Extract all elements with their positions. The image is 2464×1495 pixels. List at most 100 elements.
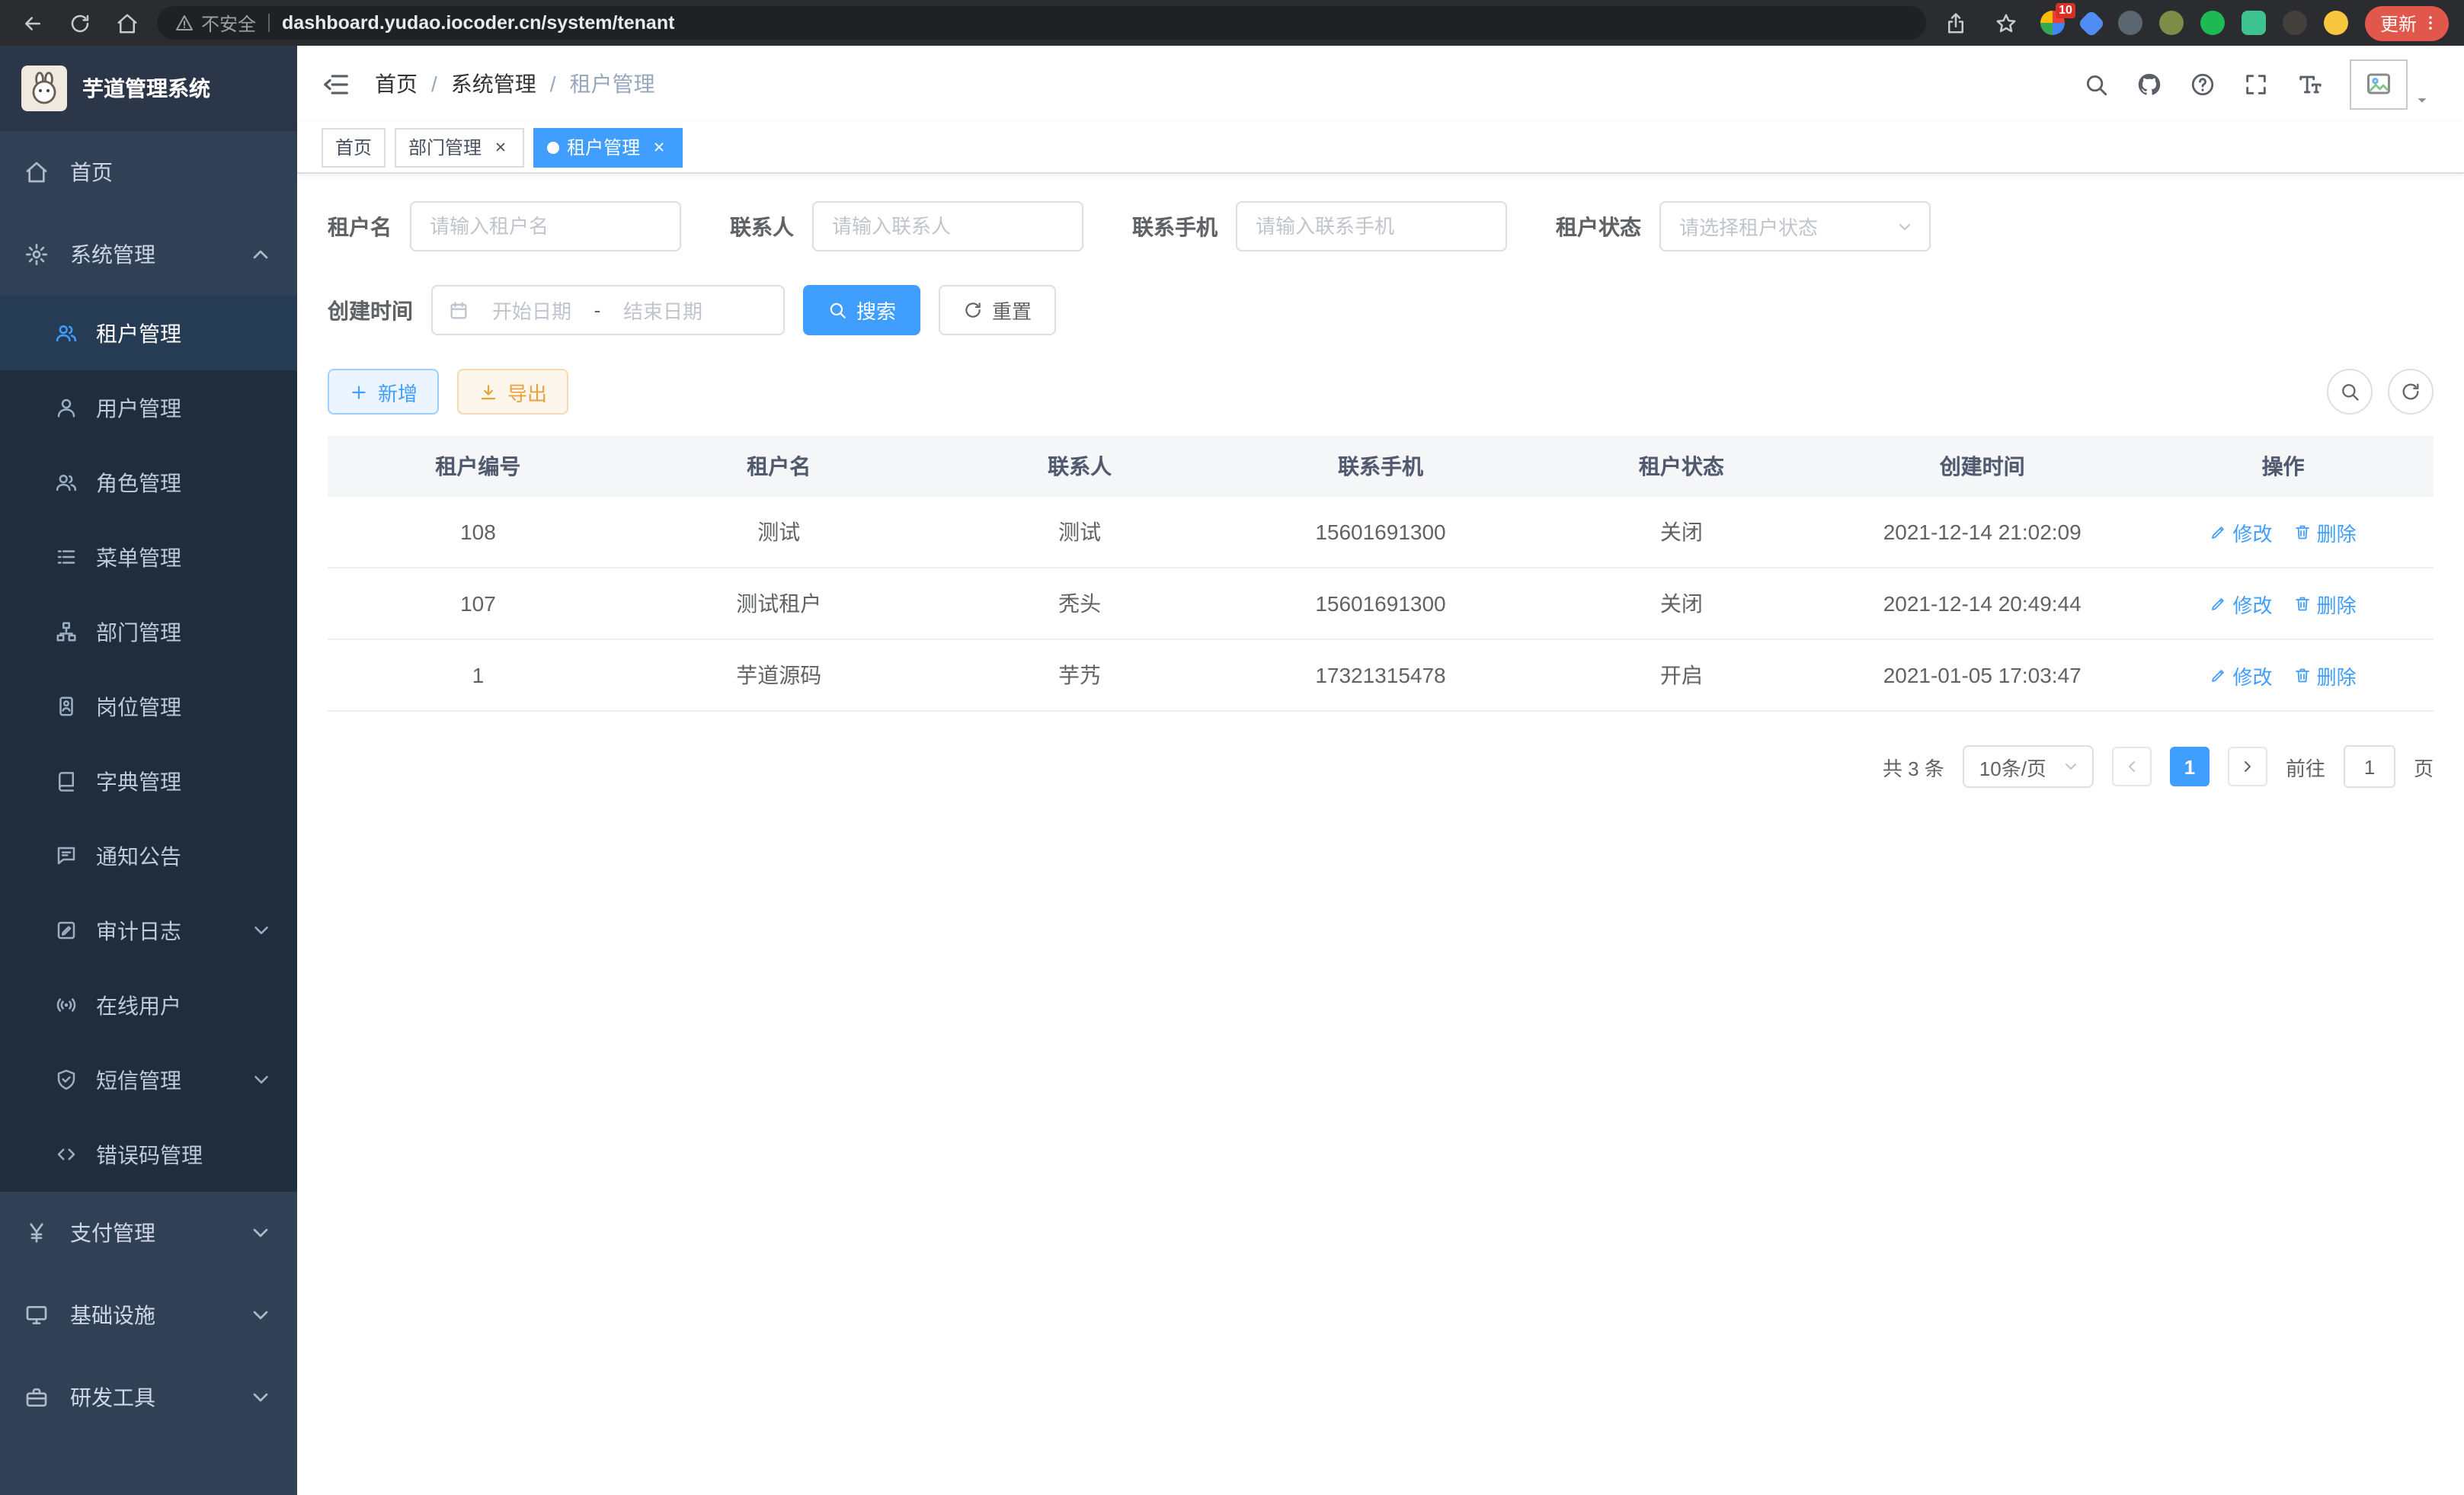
sidebar-item-devtool[interactable]: 研发工具 [0, 1356, 297, 1439]
sidebar-item-post[interactable]: 岗位管理 [0, 669, 297, 744]
pagination-total: 共 3 条 [1883, 752, 1944, 781]
sidebar-item-home[interactable]: 首页 [0, 131, 297, 213]
status-label: 租户状态 [1556, 211, 1641, 242]
user-avatar-menu[interactable] [2350, 59, 2430, 109]
close-tab-button[interactable] [648, 136, 669, 158]
tenant-name-input[interactable] [410, 201, 681, 251]
create-time-range-picker[interactable]: 开始日期 - 结束日期 [431, 285, 785, 335]
filter-row-2: 创建时间 开始日期 - 结束日期 搜索 重置 [328, 285, 2434, 335]
app-logo[interactable]: 芋道管理系统 [0, 46, 297, 131]
extension-icon[interactable] [2200, 11, 2225, 35]
page-number-button[interactable]: 1 [2170, 747, 2210, 786]
share-icon [1945, 11, 1968, 34]
goto-label: 前往 [2286, 752, 2325, 781]
sidebar-item-error-code[interactable]: 错误码管理 [0, 1117, 297, 1192]
sidebar-item-online-user[interactable]: 在线用户 [0, 968, 297, 1042]
security-indicator[interactable]: 不安全 [175, 10, 256, 36]
edit-button[interactable]: 修改 [2210, 517, 2273, 546]
sidebar-item-role[interactable]: 角色管理 [0, 445, 297, 520]
extension-icon[interactable] [2324, 11, 2348, 35]
browser-reload-button[interactable] [62, 6, 96, 40]
refresh-table-button[interactable] [2388, 369, 2434, 415]
toggle-search-button[interactable] [2327, 369, 2373, 415]
reset-button[interactable]: 重置 [939, 285, 1056, 335]
search-icon [827, 300, 847, 320]
sidebar-item-menu[interactable]: 菜单管理 [0, 520, 297, 594]
extension-icon[interactable] [2283, 11, 2307, 35]
chevron-left-icon [2123, 757, 2141, 776]
docs-help-button[interactable] [2190, 71, 2216, 97]
export-button[interactable]: 导出 [457, 369, 568, 415]
sidebar-item-user[interactable]: 用户管理 [0, 370, 297, 445]
browser-update-button[interactable]: 更新 [2365, 5, 2449, 40]
page-unit-label: 页 [2414, 752, 2434, 781]
font-size-button[interactable] [2296, 71, 2322, 97]
tab-home[interactable]: 首页 [322, 127, 386, 167]
edit-button[interactable]: 修改 [2210, 661, 2273, 690]
chevron-up-icon [248, 242, 273, 267]
sidebar-item-audit-log[interactable]: 审计日志 [0, 893, 297, 968]
edit-button[interactable]: 修改 [2210, 589, 2273, 618]
sidebar-collapse-button[interactable] [297, 46, 375, 122]
menu-dots-icon [2421, 14, 2440, 32]
tags-view-bar: 首页 部门管理 租户管理 [297, 122, 2464, 174]
update-label: 更新 [2380, 10, 2417, 36]
bookmark-button[interactable] [1990, 6, 2024, 40]
plus-icon [349, 382, 369, 402]
header-search-button[interactable] [2083, 71, 2109, 97]
delete-button[interactable]: 删除 [2294, 661, 2357, 690]
extension-icon[interactable] [2078, 9, 2106, 37]
breadcrumb-system[interactable]: 系统管理 [451, 69, 536, 99]
browser-back-button[interactable] [15, 6, 49, 40]
phone-input[interactable] [1236, 201, 1507, 251]
delete-button[interactable]: 删除 [2294, 517, 2357, 546]
home-icon [115, 11, 138, 34]
chevron-down-icon [248, 1385, 273, 1410]
system-submenu: 租户管理 用户管理 角色管理 菜单管理 [0, 296, 297, 1192]
sidebar-item-infra[interactable]: 基础设施 [0, 1274, 297, 1356]
font-size-icon [2296, 71, 2322, 97]
address-bar[interactable]: 不安全 dashboard.yudao.iocoder.cn/system/te… [157, 6, 1926, 40]
prev-page-button[interactable] [2112, 747, 2152, 786]
sidebar-item-notice[interactable]: 通知公告 [0, 818, 297, 893]
page-size-select[interactable]: 10条/页 [1963, 745, 2094, 788]
edit-pencil-icon [2210, 594, 2229, 613]
breadcrumb-home[interactable]: 首页 [375, 69, 418, 99]
contact-input[interactable] [812, 201, 1083, 251]
chevron-right-icon [2238, 757, 2257, 776]
tab-dept[interactable]: 部门管理 [395, 127, 524, 167]
extension-badge: 10 [2056, 3, 2075, 18]
share-button[interactable] [1940, 6, 1973, 40]
back-icon [21, 11, 43, 34]
sidebar-item-sms[interactable]: 短信管理 [0, 1042, 297, 1117]
sidebar-item-pay[interactable]: 支付管理 [0, 1192, 297, 1274]
dept-tree-icon [55, 620, 78, 643]
sidebar-item-dept[interactable]: 部门管理 [0, 594, 297, 669]
hamburger-icon [322, 69, 350, 98]
chevron-down-icon [250, 919, 273, 942]
tab-tenant[interactable]: 租户管理 [533, 127, 683, 167]
extension-icon[interactable] [2118, 11, 2142, 35]
github-link[interactable] [2136, 71, 2162, 97]
extension-icon[interactable] [2242, 11, 2266, 35]
sidebar-item-system[interactable]: 系统管理 [0, 213, 297, 296]
add-button[interactable]: 新增 [328, 369, 439, 415]
fullscreen-button[interactable] [2243, 71, 2269, 97]
address-divider [268, 14, 270, 32]
tenant-status-select[interactable]: 请选择租户状态 [1659, 201, 1931, 251]
next-page-button[interactable] [2228, 747, 2267, 786]
goto-page-input[interactable] [2344, 745, 2395, 788]
calendar-icon [448, 299, 469, 321]
delete-button[interactable]: 删除 [2294, 589, 2357, 618]
create-time-label: 创建时间 [328, 295, 413, 325]
extension-icon[interactable]: 10 [2040, 11, 2065, 35]
menu-list-icon [55, 546, 78, 568]
sidebar-item-dict[interactable]: 字典管理 [0, 744, 297, 818]
close-tab-button[interactable] [489, 136, 510, 158]
search-button[interactable]: 搜索 [803, 285, 920, 335]
edit-pencil-icon [2210, 523, 2229, 541]
sidebar-item-tenant[interactable]: 租户管理 [0, 296, 297, 370]
browser-home-button[interactable] [110, 6, 143, 40]
star-icon [1995, 11, 2018, 34]
extension-icon[interactable] [2159, 11, 2184, 35]
